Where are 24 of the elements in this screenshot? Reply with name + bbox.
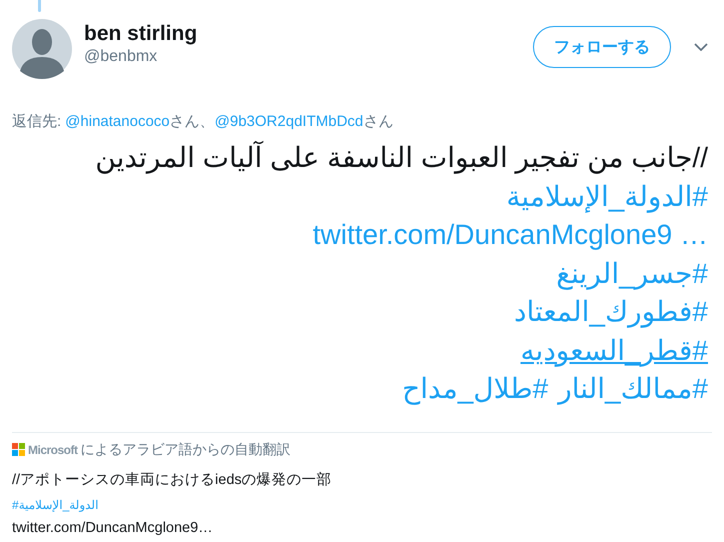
author-name[interactable]: ben stirling bbox=[84, 22, 533, 46]
hashtag-link[interactable]: #جسر_الرينغ bbox=[556, 254, 708, 293]
mention-link[interactable]: @hinatanococo bbox=[65, 113, 170, 130]
reply-to-label: 返信先: bbox=[12, 113, 62, 130]
hashtag-link[interactable]: #فطورك_المعتاد bbox=[514, 293, 708, 332]
provider-name: Microsoft bbox=[28, 442, 78, 456]
translation-attribution: によるアラビア語からの自動翻訳 bbox=[80, 440, 290, 458]
hashtag-link[interactable]: #طلال_مداح bbox=[402, 370, 548, 408]
avatar-icon[interactable] bbox=[12, 19, 72, 79]
honorific-text: さん bbox=[363, 113, 394, 130]
hashtag-link[interactable]: #ممالك_النار bbox=[558, 370, 708, 408]
author-handle[interactable]: @benbmx bbox=[84, 48, 533, 66]
mention-link[interactable]: @9b3OR2qdITMbDcd bbox=[214, 113, 364, 130]
honorific-text: さん、 bbox=[170, 113, 215, 130]
url-link[interactable]: twitter.com/DuncanMcglone9 … bbox=[312, 216, 708, 254]
url-link[interactable]: twitter.com/DuncanMcglone9… bbox=[12, 518, 712, 538]
follow-button[interactable]: フォローする bbox=[533, 26, 671, 68]
tweet-text: //جانب من تفجير العبوات الناسفة على آليات المرتدين bbox=[95, 140, 708, 176]
translated-text: //アポトーシスの車両におけるiedsの爆発の一部 bbox=[12, 470, 333, 490]
hashtag-link[interactable]: #الدولة_الإسلامية bbox=[506, 178, 708, 216]
caret-icon[interactable] bbox=[694, 43, 708, 51]
microsoft-logo-icon bbox=[12, 443, 25, 456]
hashtag-link[interactable]: #الدولة_الإسلامية bbox=[12, 496, 712, 514]
hashtag-link[interactable]: #قطر_السعوديه bbox=[520, 332, 708, 370]
